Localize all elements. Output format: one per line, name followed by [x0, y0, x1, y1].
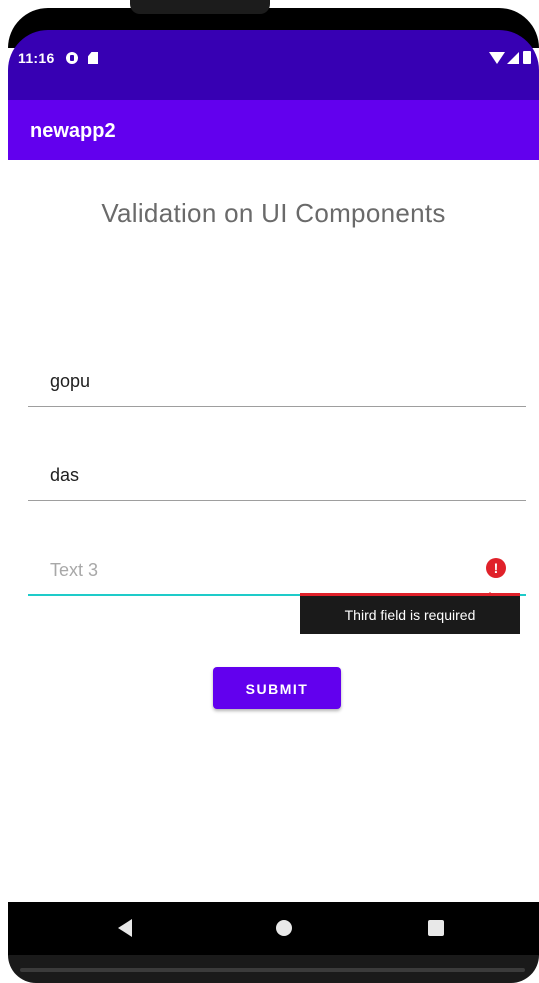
- error-icon[interactable]: !: [486, 558, 506, 578]
- status-time: 11:16: [18, 50, 55, 66]
- app-title: newapp2: [30, 120, 116, 142]
- last-name-field[interactable]: das: [28, 451, 526, 501]
- field-value: das: [50, 465, 80, 485]
- recents-icon[interactable]: [428, 920, 444, 936]
- camera-notch: [130, 0, 270, 14]
- field-underline: [28, 406, 526, 407]
- error-tooltip: Third field is required: [300, 596, 520, 634]
- field-underline: [28, 500, 526, 501]
- page-heading: Validation on UI Components: [101, 198, 446, 228]
- home-icon[interactable]: [276, 920, 292, 936]
- submit-button[interactable]: SUBMIT: [213, 667, 341, 709]
- signal-icon: [507, 52, 519, 64]
- navigation-bar: [8, 902, 539, 956]
- status-bar: 11:16: [8, 30, 539, 100]
- device-bezel-edge: [20, 968, 525, 972]
- sd-card-icon: [88, 52, 98, 64]
- data-saver-icon: [66, 52, 78, 64]
- status-icons-right: [489, 50, 535, 66]
- first-name-field[interactable]: gopu: [28, 357, 526, 407]
- back-icon[interactable]: [118, 919, 132, 937]
- battery-icon: [523, 51, 531, 64]
- app-bar: newapp2: [8, 100, 539, 160]
- text3-field[interactable]: Text 3 !: [28, 546, 526, 596]
- field-placeholder: Text 3: [50, 560, 99, 580]
- field-value: gopu: [50, 371, 91, 391]
- wifi-icon: [489, 52, 505, 64]
